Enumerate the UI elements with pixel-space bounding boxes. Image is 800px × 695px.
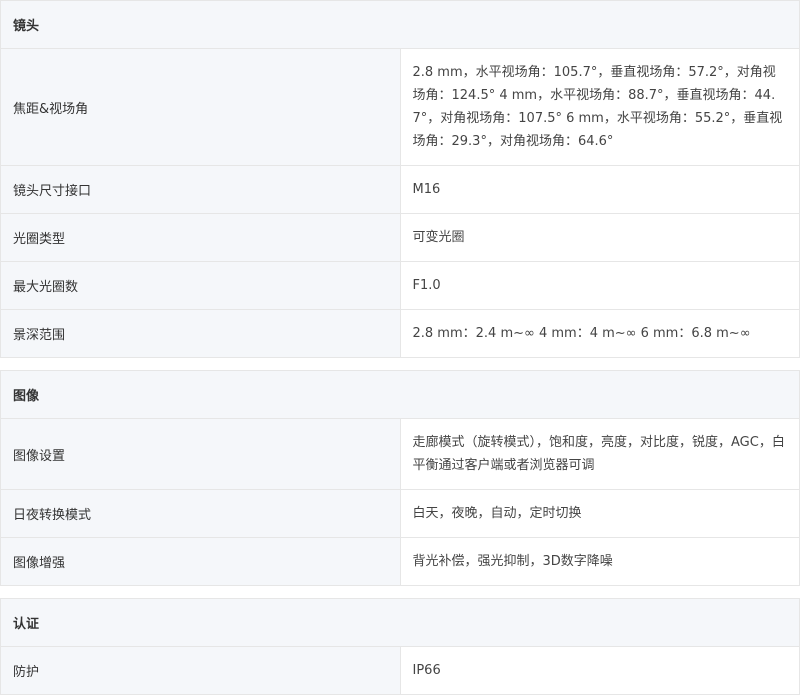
section-header-image: 图像 xyxy=(0,370,800,419)
table-row: 镜头尺寸接口 M16 xyxy=(0,165,800,214)
spec-table: 镜头 焦距&视场角 2.8 mm，水平视场角：105.7°，垂直视场角：57.2… xyxy=(0,0,800,695)
table-row: 防护 IP66 xyxy=(0,646,800,695)
section-spacer xyxy=(0,357,800,371)
row-value: 走廊模式（旋转模式），饱和度，亮度，对比度，锐度，AGC，白平衡通过客户端或者浏… xyxy=(399,418,800,490)
row-label: 景深范围 xyxy=(0,309,401,358)
section-title: 图像 xyxy=(0,370,800,419)
row-label: 焦距&视场角 xyxy=(0,48,401,166)
row-label: 镜头尺寸接口 xyxy=(0,165,401,214)
row-value: IP66 xyxy=(399,646,800,695)
table-row: 图像增强 背光补偿，强光抑制，3D数字降噪 xyxy=(0,537,800,586)
section-spacer xyxy=(0,585,800,599)
row-label: 光圈类型 xyxy=(0,213,401,262)
table-row: 最大光圈数 F1.0 xyxy=(0,261,800,310)
row-label: 最大光圈数 xyxy=(0,261,401,310)
section-header-certification: 认证 xyxy=(0,598,800,647)
row-value: 白天，夜晚，自动，定时切换 xyxy=(399,489,800,538)
section-title: 镜头 xyxy=(0,0,800,49)
row-value: 2.8 mm：2.4 m~∞ 4 mm：4 m~∞ 6 mm：6.8 m~∞ xyxy=(399,309,800,358)
row-label: 图像增强 xyxy=(0,537,401,586)
row-value: 背光补偿，强光抑制，3D数字降噪 xyxy=(399,537,800,586)
table-row: 图像设置 走廊模式（旋转模式），饱和度，亮度，对比度，锐度，AGC，白平衡通过客… xyxy=(0,418,800,490)
table-row: 焦距&视场角 2.8 mm，水平视场角：105.7°，垂直视场角：57.2°，对… xyxy=(0,48,800,166)
row-value: M16 xyxy=(399,165,800,214)
section-header-lens: 镜头 xyxy=(0,0,800,49)
row-value: 2.8 mm，水平视场角：105.7°，垂直视场角：57.2°，对角视场角：12… xyxy=(399,48,800,166)
row-label: 图像设置 xyxy=(0,418,401,490)
row-value: F1.0 xyxy=(399,261,800,310)
table-row: 日夜转换模式 白天，夜晚，自动，定时切换 xyxy=(0,489,800,538)
table-row: 景深范围 2.8 mm：2.4 m~∞ 4 mm：4 m~∞ 6 mm：6.8 … xyxy=(0,309,800,358)
row-label: 日夜转换模式 xyxy=(0,489,401,538)
row-label: 防护 xyxy=(0,646,401,695)
table-row: 光圈类型 可变光圈 xyxy=(0,213,800,262)
row-value: 可变光圈 xyxy=(399,213,800,262)
section-title: 认证 xyxy=(0,598,800,647)
